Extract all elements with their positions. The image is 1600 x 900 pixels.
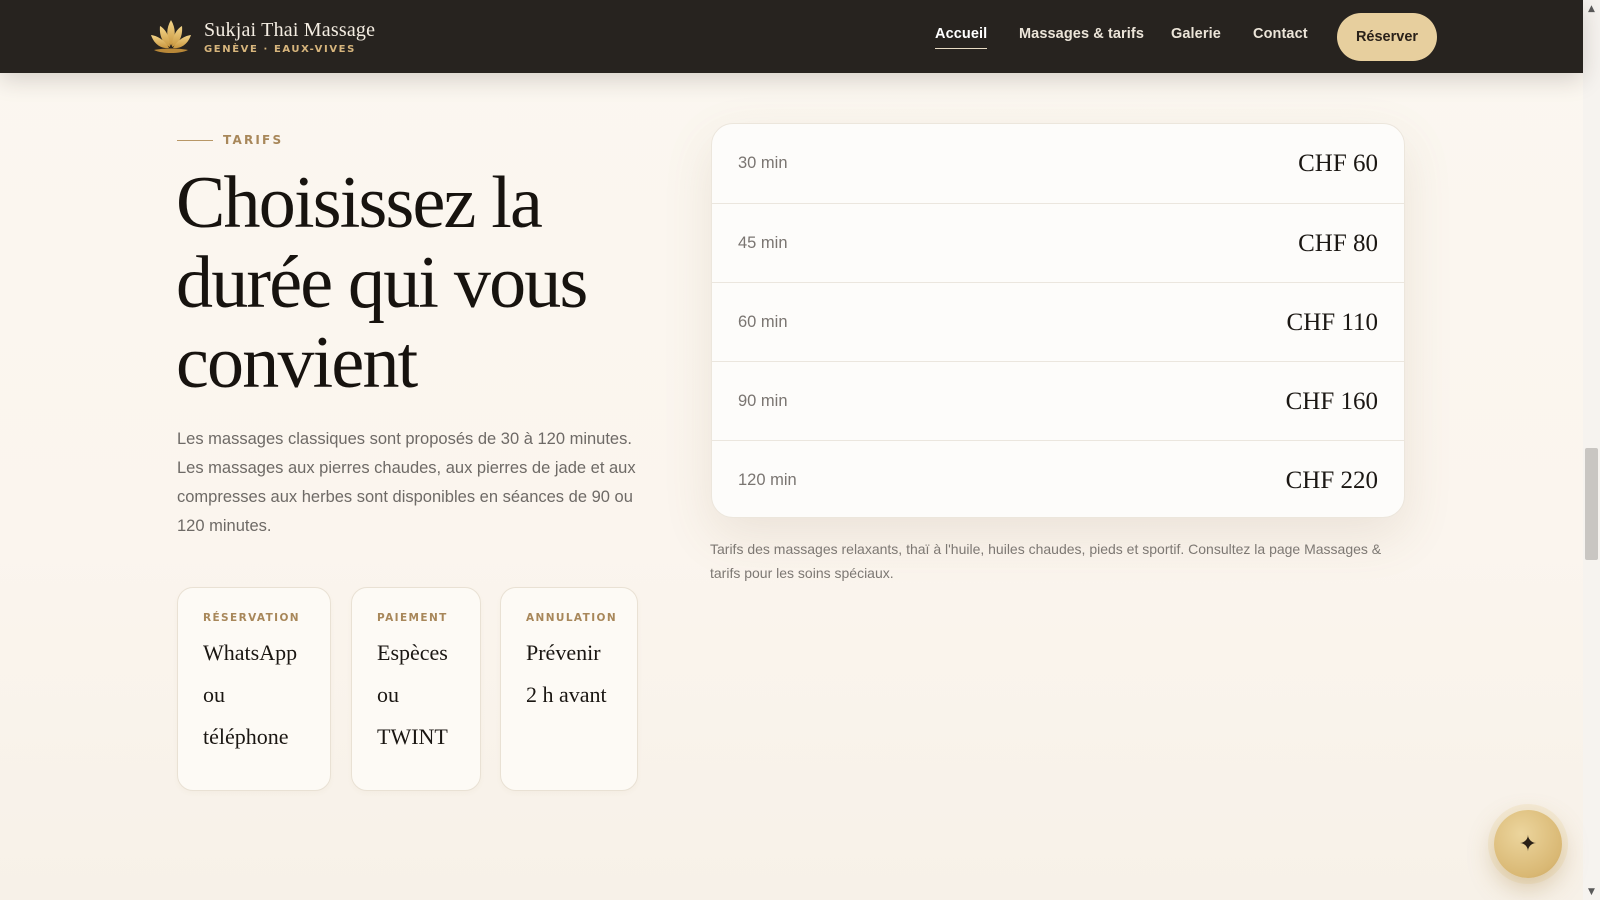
- nav-link-contact[interactable]: Contact: [1253, 26, 1308, 42]
- eyebrow-divider: [177, 139, 213, 141]
- price-duration: 120 min: [738, 471, 797, 489]
- price-duration: 90 min: [738, 392, 788, 410]
- info-card-value: Prévenir 2 h avant: [526, 640, 607, 707]
- scroll-up-icon[interactable]: ▲: [1583, 0, 1600, 17]
- price-amount: CHF 60: [1298, 150, 1378, 177]
- price-note: Tarifs des massages relaxants, thaï à l'…: [710, 541, 1382, 581]
- info-card-label: PAIEMENT: [377, 612, 448, 624]
- nav-link-accueil[interactable]: Accueil: [935, 26, 988, 49]
- price-amount: CHF 110: [1286, 309, 1378, 336]
- price-duration: 45 min: [738, 234, 788, 252]
- info-card-reservation: RÉSERVATION WhatsApp ou téléphone: [177, 587, 331, 791]
- info-card-paiement: PAIEMENT Espèces ou TWINT: [351, 587, 481, 791]
- price-row: 60 min CHF 110: [712, 282, 1404, 361]
- price-table: 30 min CHF 60 45 min CHF 80 60 min CHF 1…: [711, 123, 1405, 518]
- section-title: Choisissez la durée qui vous convient: [176, 162, 588, 404]
- price-duration: 30 min: [738, 154, 788, 172]
- price-row: 120 min CHF 220: [712, 440, 1404, 517]
- info-card-label: RÉSERVATION: [203, 612, 300, 624]
- nav-link-massages-tarifs[interactable]: Massages & tarifs: [1019, 26, 1144, 42]
- brand-name: Sukjai Thai Massage: [204, 18, 376, 41]
- brand[interactable]: Sukjai Thai Massage GENÈVE · EAUX-VIVES: [148, 14, 375, 58]
- price-amount: CHF 220: [1285, 467, 1378, 494]
- info-card-label: ANNULATION: [526, 612, 618, 624]
- section-eyebrow: TARIFS: [177, 133, 283, 147]
- brand-subtitle: GENÈVE · EAUX-VIVES: [204, 43, 356, 55]
- price-amount: CHF 160: [1285, 388, 1378, 415]
- scrollbar-thumb[interactable]: [1585, 448, 1598, 560]
- info-card-annulation: ANNULATION Prévenir 2 h avant: [500, 587, 638, 791]
- info-card-value: Espèces ou TWINT: [377, 640, 448, 749]
- section-description: Les massages classiques sont proposés de…: [177, 430, 636, 535]
- price-duration: 60 min: [738, 313, 788, 331]
- price-row: 90 min CHF 160: [712, 361, 1404, 440]
- eyebrow-label: TARIFS: [223, 133, 284, 147]
- lotus-icon: [151, 20, 191, 53]
- nav-link-galerie[interactable]: Galerie: [1171, 26, 1221, 42]
- brand-text: Sukjai Thai Massage GENÈVE · EAUX-VIVES: [204, 18, 375, 55]
- price-row: 30 min CHF 60: [712, 124, 1404, 203]
- reserve-button[interactable]: Réserver: [1337, 13, 1437, 61]
- scroll-down-icon[interactable]: ▼: [1583, 883, 1600, 900]
- floating-action-button[interactable]: ✦: [1494, 810, 1562, 878]
- price-amount: CHF 80: [1298, 230, 1378, 257]
- site-header: Sukjai Thai Massage GENÈVE · EAUX-VIVES …: [0, 0, 1583, 73]
- price-row: 45 min CHF 80: [712, 203, 1404, 282]
- page-scrollbar[interactable]: ▲ ▼: [1583, 0, 1600, 900]
- sparkle-icon: ✦: [1518, 831, 1538, 857]
- info-card-value: WhatsApp ou téléphone: [203, 640, 298, 749]
